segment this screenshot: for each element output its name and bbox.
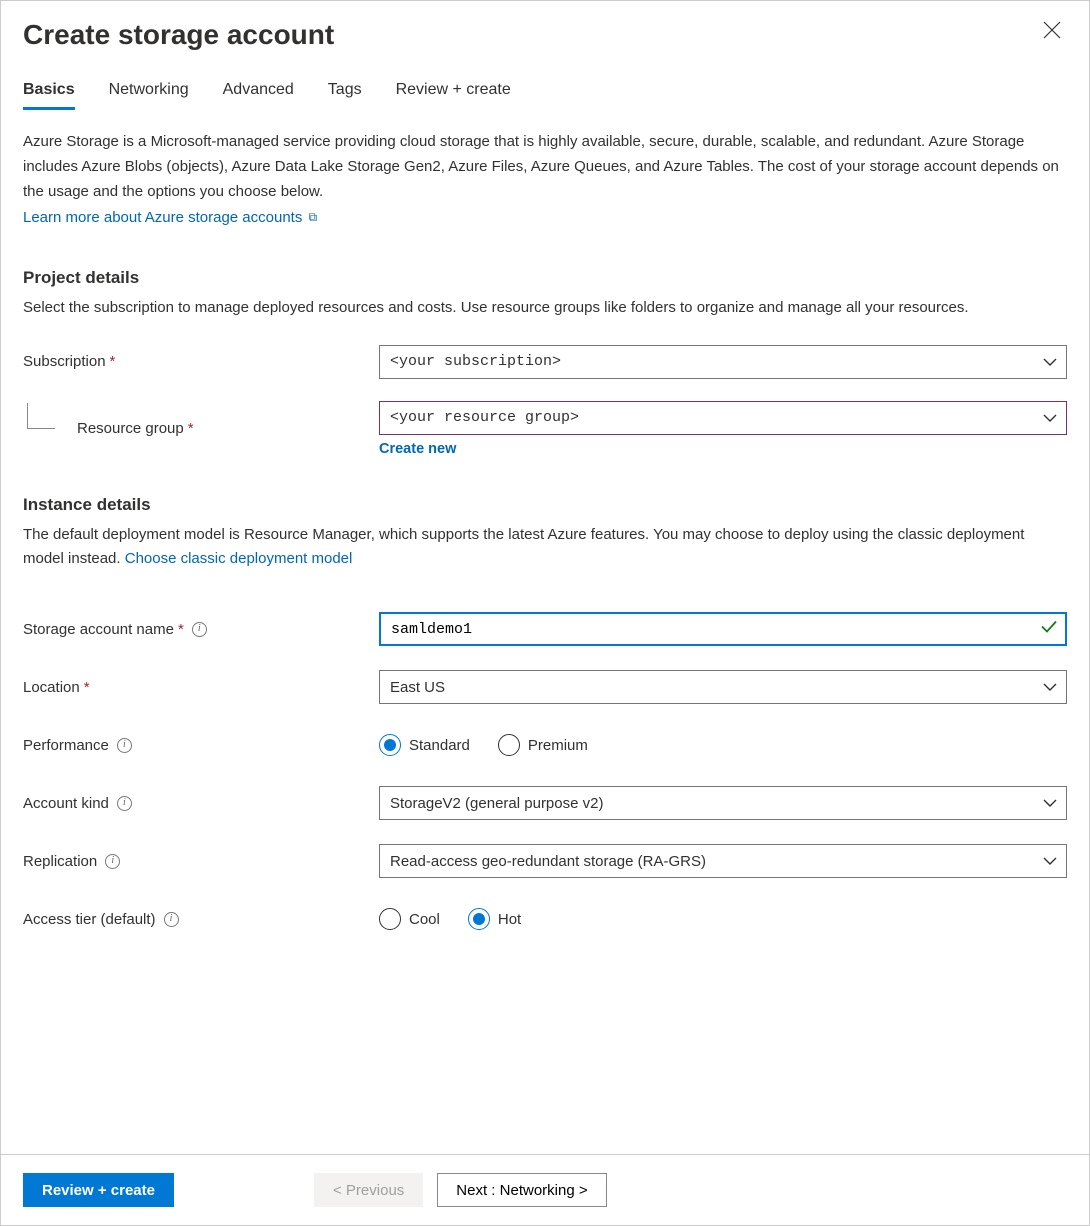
subscription-value: <your subscription> xyxy=(390,353,561,370)
tab-review-create[interactable]: Review + create xyxy=(396,73,511,109)
performance-label: Performance xyxy=(23,737,109,754)
required-indicator: * xyxy=(178,621,184,638)
storage-account-name-label: Storage account name xyxy=(23,621,174,638)
tab-basics[interactable]: Basics xyxy=(23,73,75,109)
replication-value: Read-access geo-redundant storage (RA-GR… xyxy=(390,853,706,870)
instance-details-desc: The default deployment model is Resource… xyxy=(23,523,1067,573)
learn-more-link[interactable]: Learn more about Azure storage accounts … xyxy=(23,209,317,226)
next-button[interactable]: Next : Networking > xyxy=(437,1173,606,1207)
previous-button: < Previous xyxy=(314,1173,423,1207)
required-indicator: * xyxy=(84,679,90,696)
project-details-heading: Project details xyxy=(23,268,1067,288)
required-indicator: * xyxy=(188,420,194,437)
footer-bar: Review + create < Previous Next : Networ… xyxy=(1,1154,1089,1225)
account-kind-value: StorageV2 (general purpose v2) xyxy=(390,795,603,812)
create-new-link[interactable]: Create new xyxy=(379,441,456,457)
close-button[interactable] xyxy=(1037,17,1067,47)
location-select[interactable]: East US xyxy=(379,670,1067,704)
external-link-icon: ⧉ xyxy=(309,210,318,224)
classic-deployment-link[interactable]: Choose classic deployment model xyxy=(125,550,353,567)
info-icon[interactable]: i xyxy=(117,738,132,753)
radio-label: Standard xyxy=(409,737,470,754)
tabs: Basics Networking Advanced Tags Review +… xyxy=(23,73,1067,109)
replication-label: Replication xyxy=(23,853,97,870)
intro-text: Azure Storage is a Microsoft-managed ser… xyxy=(23,129,1067,230)
review-create-button[interactable]: Review + create xyxy=(23,1173,174,1207)
tab-networking[interactable]: Networking xyxy=(109,73,189,109)
performance-standard-radio[interactable]: Standard xyxy=(379,734,470,756)
access-tier-radio-group: Cool Hot xyxy=(379,908,1067,930)
learn-more-text: Learn more about Azure storage accounts xyxy=(23,209,302,226)
resource-group-value: <your resource group> xyxy=(390,409,579,426)
close-icon xyxy=(1043,21,1061,39)
radio-label: Hot xyxy=(498,911,521,928)
create-storage-account-panel: Create storage account Basics Networking… xyxy=(0,0,1090,1226)
location-label: Location xyxy=(23,679,80,696)
tab-tags[interactable]: Tags xyxy=(328,73,362,109)
page-title: Create storage account xyxy=(23,19,334,51)
access-tier-label: Access tier (default) xyxy=(23,911,156,928)
info-icon[interactable]: i xyxy=(117,796,132,811)
radio-label: Premium xyxy=(528,737,588,754)
info-icon[interactable]: i xyxy=(192,622,207,637)
access-tier-hot-radio[interactable]: Hot xyxy=(468,908,521,930)
project-details-desc: Select the subscription to manage deploy… xyxy=(23,296,1067,321)
resource-group-label: Resource group xyxy=(77,420,184,437)
account-kind-label: Account kind xyxy=(23,795,109,812)
instance-details-heading: Instance details xyxy=(23,495,1067,515)
intro-body: Azure Storage is a Microsoft-managed ser… xyxy=(23,133,1059,200)
storage-account-name-input[interactable] xyxy=(379,612,1067,646)
tree-indent-line xyxy=(27,403,55,429)
access-tier-cool-radio[interactable]: Cool xyxy=(379,908,440,930)
tab-advanced[interactable]: Advanced xyxy=(223,73,294,109)
info-icon[interactable]: i xyxy=(105,854,120,869)
performance-radio-group: Standard Premium xyxy=(379,734,1067,756)
check-icon xyxy=(1041,620,1057,639)
subscription-label: Subscription xyxy=(23,353,106,370)
account-kind-select[interactable]: StorageV2 (general purpose v2) xyxy=(379,786,1067,820)
radio-label: Cool xyxy=(409,911,440,928)
resource-group-select[interactable]: <your resource group> xyxy=(379,401,1067,435)
subscription-select[interactable]: <your subscription> xyxy=(379,345,1067,379)
replication-select[interactable]: Read-access geo-redundant storage (RA-GR… xyxy=(379,844,1067,878)
location-value: East US xyxy=(390,679,445,696)
required-indicator: * xyxy=(110,353,116,370)
performance-premium-radio[interactable]: Premium xyxy=(498,734,588,756)
info-icon[interactable]: i xyxy=(164,912,179,927)
